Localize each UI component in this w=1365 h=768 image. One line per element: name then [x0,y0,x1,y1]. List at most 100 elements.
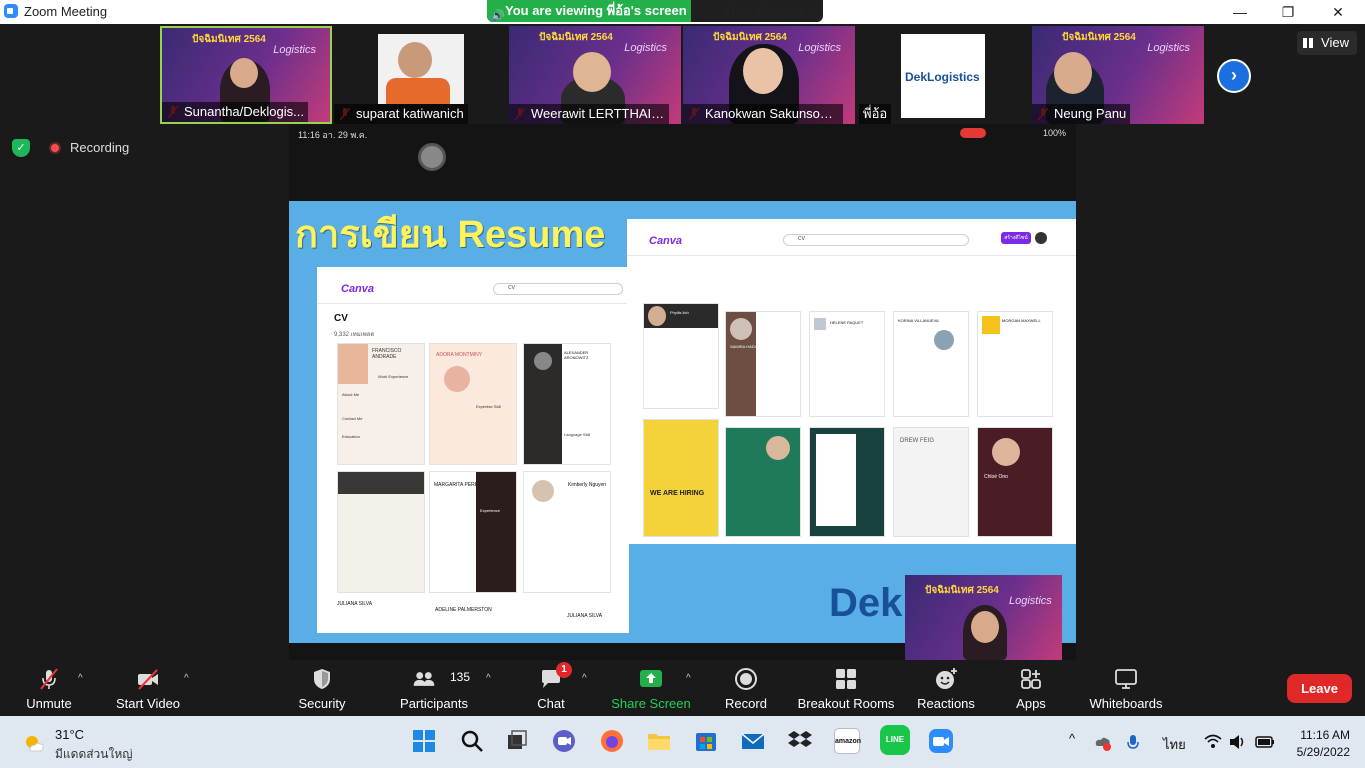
resume-photo [766,436,790,460]
speaker-icon: 🔊 [491,10,505,22]
canva-screenshot-right: Canva cv สร้างดีไซน์ Phyllis lich SAMIRA… [627,219,1076,544]
participant-tile[interactable]: ปัจฉิมนิเทศ 2564 Logistics Kanokwan Saku… [683,26,855,124]
clock-time: 11:16 AM [1300,728,1350,742]
resume-photo [992,438,1020,466]
audio-options-caret[interactable]: ^ [78,673,83,684]
next-page-button[interactable]: › [1217,59,1251,93]
participant-face [230,58,258,88]
share-screen-button[interactable]: Share Screen [610,660,692,716]
view-options-button[interactable]: View Options ⌄ [723,0,820,22]
event-logo: Logistics [273,44,316,56]
chat-options-caret[interactable]: ^ [582,673,587,684]
resume-photo [338,344,368,384]
windows-start-icon[interactable] [411,728,437,754]
firefox-icon[interactable] [599,728,625,754]
maximize-button[interactable]: ❐ [1265,0,1311,24]
battery-icon[interactable] [1255,734,1275,750]
participant-shirt [386,78,450,104]
resume-section: Education [342,434,360,439]
resume-name: Kimberly Nguyen [568,482,607,488]
wifi-icon[interactable] [1204,734,1222,750]
close-button[interactable]: ✕ [1315,0,1361,24]
participants-button[interactable]: 135 Participants [394,660,474,716]
participant-tile[interactable]: ปัจฉิมนิเทศ 2564 Logistics Weerawit LERT… [509,26,681,124]
input-language[interactable]: ไทย [1163,734,1186,755]
participant-name: suparat katiwanich [334,104,468,124]
view-button[interactable]: View [1297,31,1357,55]
zoom-taskbar-icon[interactable] [928,728,954,754]
chat-button[interactable]: 1 Chat [526,660,576,716]
event-logo: Logistics [1147,42,1190,54]
weather-sun-icon[interactable] [22,732,44,754]
meeting-toolbar: Unmute ^ Start Video ^ Security 135 Part… [0,660,1365,716]
line-app-icon[interactable]: LINE [880,725,910,755]
apps-button[interactable]: Apps [1010,660,1052,716]
canva-search-text: cv [508,284,515,291]
participant-tile[interactable]: suparat katiwanich [334,26,506,124]
view-label: View [1321,35,1349,50]
resume-name: Chloé Ono [984,474,1008,480]
participant-photo [378,34,464,104]
taskbar-clock[interactable]: 11:16 AM 5/29/2022 [1288,727,1350,761]
event-logo: Logistics [624,42,667,54]
microsoft-store-icon[interactable] [693,728,719,754]
participants-options-caret[interactable]: ^ [486,673,491,684]
weather-temperature[interactable]: 31°C [55,727,84,742]
resume-sidebar [476,472,516,592]
reactions-button[interactable]: Reactions [912,660,980,716]
canva-logo: Canva [341,283,375,295]
volume-icon[interactable] [1229,734,1247,750]
recording-label[interactable]: Recording [70,140,129,155]
resume-name: SAMIRA HADID [730,344,759,349]
pip-face [971,611,999,643]
participant-tile[interactable]: ปัจฉิมนิเทศ 2564 Logistics Sunantha/Dekl… [160,26,332,124]
resume-name: ADORA MONTMINY [436,352,483,358]
participant-tile[interactable]: ปัจฉิมนิเทศ 2564 Logistics Neung Panu [1032,26,1204,124]
viewing-screen-indicator: 🔊 You are viewing พี่อ้อ's screen [487,0,691,22]
record-button[interactable]: Record [718,660,774,716]
zoom-app-icon [4,4,18,18]
resume-page [816,434,856,526]
weather-description[interactable]: มีแดดส่วนใหญ่ [55,745,133,764]
leave-button[interactable]: Leave [1287,674,1352,703]
phone-status-bar: 11:16 อา. 29 พ.ค. 100% [289,124,1076,142]
file-explorer-icon[interactable] [646,728,672,754]
participant-tile[interactable]: DekLogistics พี่อ้อ [857,26,1029,124]
resume-photo [444,366,470,392]
participant-strip: ปัจฉิมนิเทศ 2564 Logistics Sunantha/Dekl… [160,26,1205,124]
whiteboards-button[interactable]: Whiteboards [1084,660,1168,716]
event-title: ปัจฉิมนิเทศ 2564 [539,32,613,43]
minimize-button[interactable]: — [1217,0,1263,24]
start-video-button[interactable]: Start Video [110,660,186,716]
share-options-caret[interactable]: ^ [686,673,691,684]
resume-thumbnail [337,471,425,593]
resume-name: ALEXANDER ARONOWITZ [564,350,589,360]
search-icon[interactable] [459,728,485,754]
whiteboards-label: Whiteboards [1089,696,1163,711]
dropbox-icon[interactable] [787,728,813,754]
mail-icon[interactable] [740,728,766,754]
teams-chat-icon[interactable] [551,728,577,754]
resume-section: About Me [342,392,360,397]
resume-thumbnail: Chloé Ono [977,427,1053,537]
chevron-right-icon: › [1231,65,1237,85]
window-title: Zoom Meeting [24,4,108,19]
breakout-rooms-button[interactable]: Breakout Rooms [794,660,898,716]
microphone-icon[interactable] [1126,734,1140,752]
pip-speaker-video[interactable]: ปัจฉิมนิเทศ 2564 Logistics [905,575,1062,660]
event-title: ปัจฉิมนิเทศ 2564 [1062,32,1136,43]
unmute-button[interactable]: Unmute [18,660,80,716]
resume-thumbnail: MORGAN MAXWELL [977,311,1053,417]
cloud-sync-icon[interactable] [1094,734,1112,752]
amazon-icon[interactable]: amazon [834,728,861,754]
security-button[interactable]: Security [292,660,352,716]
encryption-shield-icon[interactable]: ✓ [12,139,30,157]
resume-section: Contact Me [342,416,363,421]
cv-heading: CV [334,313,348,324]
video-options-caret[interactable]: ^ [184,673,189,684]
participants-count: 135 [450,670,471,684]
task-view-icon[interactable] [504,728,530,754]
show-hidden-icons-chevron-icon[interactable]: ^ [1069,731,1075,746]
dek-logistics-logo-text: DekLogistics [905,70,980,84]
resume-name: Phyllis lich [670,310,689,315]
